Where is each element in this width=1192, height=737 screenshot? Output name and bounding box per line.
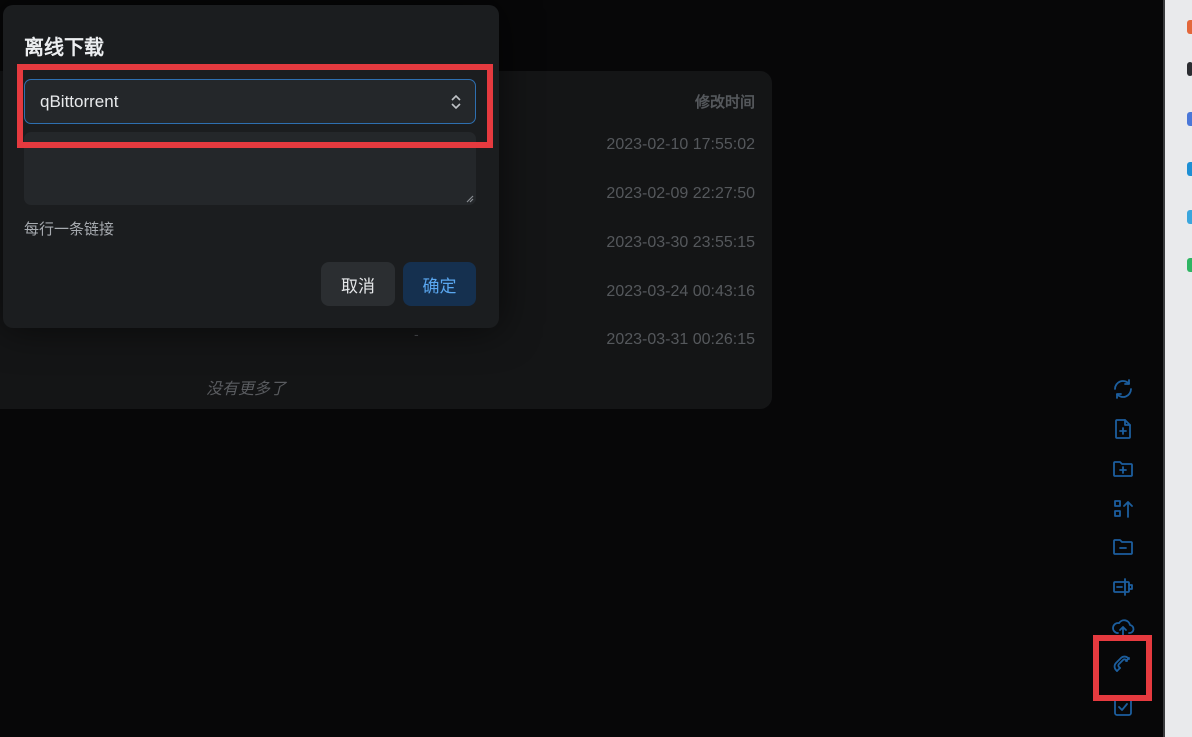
file-modified-date: 2023-03-31 00:26:15 xyxy=(606,331,755,348)
list-end-text: 没有更多了 xyxy=(206,379,287,398)
app-icon-dark xyxy=(1187,62,1192,76)
local-settings-icon[interactable] xyxy=(1108,572,1138,602)
file-size-placeholder: - xyxy=(414,328,419,343)
refresh-icon[interactable] xyxy=(1108,374,1138,404)
download-tool-select[interactable]: qBittorrent xyxy=(24,79,476,124)
checkbox-icon[interactable] xyxy=(1108,692,1138,722)
app-icon-lightblue xyxy=(1187,162,1192,176)
file-modified-date: 2023-02-10 17:55:02 xyxy=(606,136,755,153)
confirm-button[interactable]: 确定 xyxy=(403,262,476,306)
app-icon-orange xyxy=(1187,20,1192,34)
new-file-icon[interactable] xyxy=(1108,414,1138,444)
app-icon-cyan xyxy=(1187,210,1192,224)
download-tool-select-value: qBittorrent xyxy=(40,91,119,111)
new-folder-icon[interactable] xyxy=(1108,454,1138,484)
file-modified-date: 2023-02-09 22:27:50 xyxy=(606,185,755,202)
offline-download-dialog: 离线下载 qBittorrent 每行一条链接 取消 确定 xyxy=(3,5,499,328)
cancel-button[interactable]: 取消 xyxy=(321,262,395,306)
offline-download-magnet-icon[interactable] xyxy=(1108,650,1138,680)
resize-grip-icon[interactable] xyxy=(465,194,474,203)
sort-icon[interactable] xyxy=(1108,494,1138,524)
dialog-title: 离线下载 xyxy=(24,35,104,59)
chevron-up-down-icon xyxy=(449,92,463,112)
folder-minus-icon[interactable] xyxy=(1108,532,1138,562)
file-modified-date: 2023-03-24 00:43:16 xyxy=(606,283,755,300)
app-icon-blue xyxy=(1187,112,1192,126)
links-textarea[interactable] xyxy=(24,132,476,205)
modified-time-column-header[interactable]: 修改时间 xyxy=(695,91,755,112)
adjacent-window-edge xyxy=(1163,0,1192,737)
links-helper-text: 每行一条链接 xyxy=(24,220,115,238)
file-modified-date: 2023-03-30 23:55:15 xyxy=(606,234,755,251)
app-icon-green xyxy=(1187,258,1192,272)
right-toolbar xyxy=(1106,372,1142,737)
upload-cloud-icon[interactable] xyxy=(1108,612,1138,642)
